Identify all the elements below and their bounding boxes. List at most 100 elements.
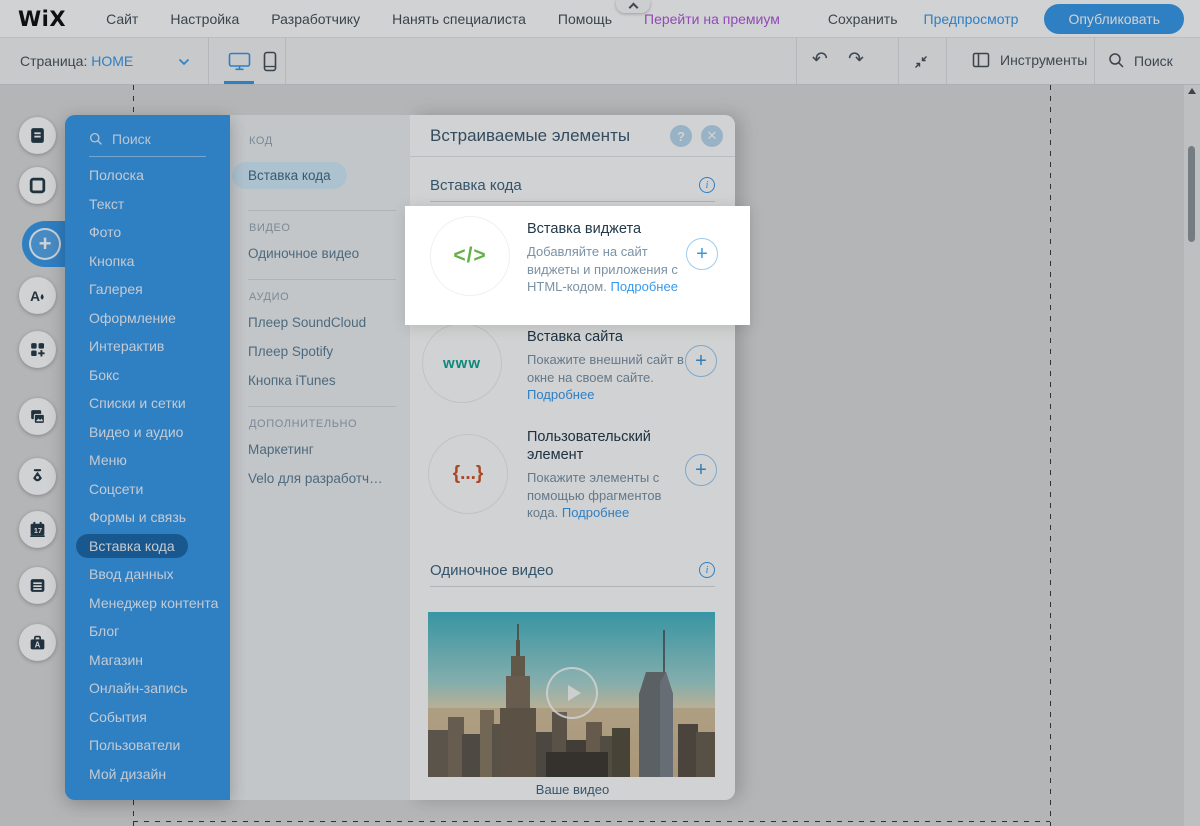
subpanel-item[interactable]: Вставка кода bbox=[248, 152, 410, 199]
tools-button[interactable]: Инструменты bbox=[972, 52, 1087, 68]
subpanel-divider bbox=[248, 279, 396, 280]
menubar-item[interactable]: Настройка bbox=[170, 11, 239, 27]
mobile-view-icon[interactable] bbox=[262, 51, 278, 72]
page-guide-bottom bbox=[133, 821, 1050, 822]
scroll-top-icon[interactable] bbox=[1188, 88, 1196, 94]
category-item[interactable]: Формы и связь bbox=[65, 503, 230, 532]
rail-promo-button[interactable]: A bbox=[19, 624, 56, 661]
collapse-topbar-tab[interactable] bbox=[616, 0, 650, 13]
category-item[interactable]: События bbox=[65, 703, 230, 732]
tools-label: Инструменты bbox=[1000, 52, 1087, 68]
rail-app-market-button[interactable] bbox=[19, 331, 56, 368]
learn-more-link[interactable]: Подробнее bbox=[562, 505, 629, 520]
canvas-scrollbar-thumb[interactable] bbox=[1188, 146, 1195, 242]
video-thumbnail[interactable] bbox=[428, 612, 715, 777]
menubar-item[interactable]: Помощь bbox=[558, 11, 612, 27]
search-icon bbox=[1108, 52, 1125, 69]
custom-element-icon-circle[interactable]: {...} bbox=[428, 434, 508, 514]
media-icon bbox=[28, 407, 47, 426]
category-item[interactable]: Ввод данных bbox=[65, 560, 230, 589]
rail-content-manager-button[interactable] bbox=[19, 567, 56, 604]
category-search-input[interactable] bbox=[112, 131, 212, 147]
canvas-scrollbar-track bbox=[1184, 85, 1200, 826]
play-icon[interactable] bbox=[546, 667, 598, 719]
page-selector[interactable]: Страница: HOME bbox=[20, 53, 133, 69]
help-button[interactable]: ? bbox=[670, 125, 692, 147]
section-video-title: Одиночное видео bbox=[430, 562, 554, 579]
rail-velo-button[interactable] bbox=[19, 458, 56, 495]
add-custom-element-button[interactable]: + bbox=[685, 454, 717, 486]
close-icon[interactable]: ✕ bbox=[701, 125, 723, 147]
subpanel-item[interactable]: Маркетинг bbox=[248, 435, 410, 464]
menubar-item[interactable]: Разработчику bbox=[271, 11, 360, 27]
desktop-view-icon[interactable] bbox=[228, 52, 251, 71]
item-description: Покажите элементы с помощью фрагментов к… bbox=[527, 469, 689, 522]
rail-pages-button[interactable] bbox=[19, 117, 56, 154]
wix-logo: WiX bbox=[18, 7, 66, 31]
category-item[interactable]: Видео и аудио bbox=[65, 418, 230, 447]
category-item[interactable]: Списки и сетки bbox=[65, 389, 230, 418]
category-item[interactable]: Галерея bbox=[65, 275, 230, 304]
rail-media-button[interactable] bbox=[19, 398, 56, 435]
category-item[interactable]: Кнопка bbox=[65, 247, 230, 276]
rail-bookings-button[interactable]: 17 bbox=[19, 511, 56, 548]
rail-background-button[interactable] bbox=[19, 167, 56, 204]
category-item[interactable]: Мой дизайн bbox=[65, 760, 230, 789]
category-item[interactable]: Меню bbox=[65, 446, 230, 475]
info-icon[interactable]: i bbox=[699, 177, 715, 193]
menubar-item[interactable]: Нанять специалиста bbox=[392, 11, 526, 27]
category-item[interactable]: Менеджер контента bbox=[65, 589, 230, 618]
toolbar-search-button[interactable]: Поиск bbox=[1108, 52, 1173, 69]
subpanel-item[interactable]: Velo для разработч… bbox=[248, 464, 410, 493]
category-item[interactable]: Фото bbox=[65, 218, 230, 247]
category-item[interactable]: Бокс bbox=[65, 361, 230, 390]
category-item[interactable]: Магазин bbox=[65, 646, 230, 675]
preview-button[interactable]: Предпросмотр bbox=[924, 11, 1019, 27]
widget-embed-spotlight[interactable]: </> Вставка виджета Добавляйте на сайт в… bbox=[405, 206, 750, 325]
menubar-items: Сайт Настройка Разработчику Нанять специали… bbox=[106, 11, 612, 27]
category-item[interactable]: Полоска bbox=[65, 161, 230, 190]
upgrade-premium-link[interactable]: Перейти на премиум bbox=[644, 11, 780, 27]
subpanel-item[interactable]: Плеер SoundCloud bbox=[248, 308, 410, 337]
undo-icon[interactable]: ↶ bbox=[812, 48, 828, 70]
pages-icon bbox=[28, 126, 47, 145]
category-item[interactable]: Блог bbox=[65, 617, 230, 646]
panel-title: Встраиваемые элементы bbox=[430, 126, 630, 146]
subpanel-item[interactable]: Кнопка iTunes bbox=[248, 366, 410, 395]
toolbar-separator bbox=[208, 38, 209, 84]
category-item[interactable]: Интерактив bbox=[65, 332, 230, 361]
video-caption: Ваше видео bbox=[410, 782, 735, 797]
info-icon[interactable]: i bbox=[699, 562, 715, 578]
page-value: HOME bbox=[91, 53, 133, 69]
embed-site-icon-circle[interactable]: www bbox=[422, 323, 502, 403]
widget-icon-circle[interactable]: </> bbox=[430, 216, 510, 296]
subpanel-item[interactable]: Плеер Spotify bbox=[248, 337, 410, 366]
custom-element-item: Пользовательский элемент Покажите элемен… bbox=[527, 428, 689, 522]
toolbar-separator bbox=[285, 38, 286, 84]
menubar-item[interactable]: Сайт bbox=[106, 11, 138, 27]
subpanel-item[interactable]: Одиночное видео bbox=[248, 239, 410, 268]
add-site-embed-button[interactable]: + bbox=[685, 345, 717, 377]
category-item[interactable]: Соцсети bbox=[65, 475, 230, 504]
category-item[interactable]: Вставка кода bbox=[65, 532, 230, 561]
category-item[interactable]: Онлайн-запись bbox=[65, 674, 230, 703]
redo-icon[interactable]: ↷ bbox=[848, 48, 864, 70]
toolbar-separator bbox=[796, 38, 797, 84]
rail-site-design-button[interactable]: A bbox=[19, 277, 56, 314]
save-button[interactable]: Сохранить bbox=[828, 11, 898, 27]
learn-more-link[interactable]: Подробнее bbox=[611, 279, 678, 294]
zoom-out-icon[interactable] bbox=[912, 53, 930, 71]
category-search[interactable] bbox=[65, 115, 230, 147]
category-item[interactable]: Оформление bbox=[65, 304, 230, 333]
add-widget-button[interactable]: + bbox=[686, 238, 718, 270]
chevron-down-icon[interactable] bbox=[178, 58, 190, 66]
category-item[interactable]: Пользователи bbox=[65, 731, 230, 760]
subpanel-group-header: ДОПОЛНИТЕЛЬНО bbox=[249, 418, 410, 430]
learn-more-link[interactable]: Подробнее bbox=[527, 387, 594, 402]
category-item[interactable]: Текст bbox=[65, 190, 230, 219]
rail-add-button[interactable]: + bbox=[26, 225, 64, 263]
section-code-title: Вставка кода bbox=[430, 177, 522, 194]
category-list: ПолоскаТекстФотоКнопкаГалереяОформлениеИ… bbox=[65, 161, 230, 788]
widget-embed-item: Вставка виджета Добавляйте на сайт видже… bbox=[527, 220, 697, 296]
publish-button[interactable]: Опубликовать bbox=[1044, 4, 1184, 34]
